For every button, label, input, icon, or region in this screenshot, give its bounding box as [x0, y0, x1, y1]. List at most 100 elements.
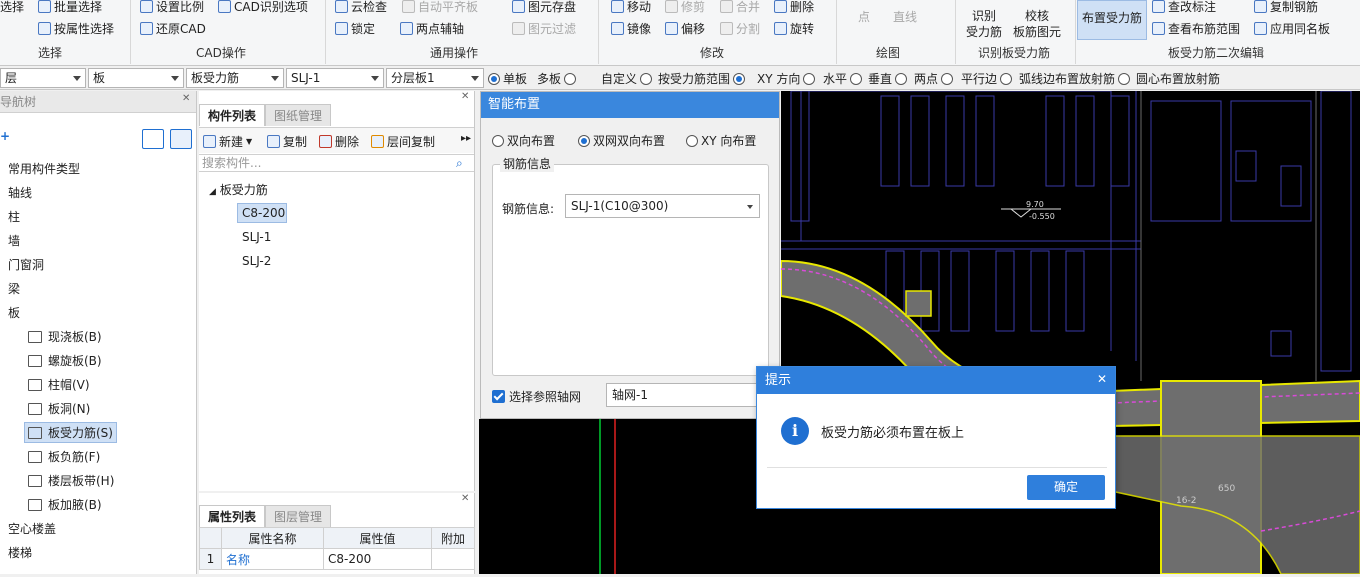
- radio-xy-direction[interactable]: XY 方向: [757, 70, 816, 87]
- nav-item[interactable]: 螺旋板(B): [28, 352, 102, 369]
- property-value[interactable]: C8-200: [323, 548, 432, 570]
- verify-rebar-button[interactable]: 校核 板筋图元: [1010, 8, 1064, 40]
- identify-rebar-button[interactable]: 识别 受力筋: [962, 8, 1006, 40]
- select-by-property-button[interactable]: 按属性选择: [38, 20, 114, 37]
- place-rebar-button[interactable]: 布置受力筋: [1077, 0, 1147, 40]
- add-icon[interactable]: +: [0, 129, 10, 143]
- tab-component-list[interactable]: 构件列表: [199, 104, 266, 126]
- filter-button[interactable]: 图元过滤: [512, 20, 576, 37]
- layer-copy-button[interactable]: 层间复制: [371, 133, 435, 150]
- nav-item[interactable]: 楼层板带(H): [28, 472, 114, 489]
- restore-cad-button[interactable]: 还原CAD: [140, 20, 206, 37]
- radio-two-point[interactable]: 两点: [914, 70, 954, 87]
- list-view-icon[interactable]: [142, 129, 164, 149]
- nav-item[interactable]: 柱帽(V): [28, 376, 90, 393]
- copy-rebar-button[interactable]: 复制钢筋: [1254, 0, 1318, 15]
- nav-item[interactable]: 板负筋(F): [28, 448, 100, 465]
- nav-item[interactable]: 梁: [8, 280, 20, 297]
- radio-custom[interactable]: 自定义: [601, 70, 653, 87]
- tab-property-list[interactable]: 属性列表: [199, 505, 266, 527]
- edit-annotation-button[interactable]: 查改标注: [1152, 0, 1216, 15]
- select-button[interactable]: 选择: [0, 0, 24, 15]
- nav-item[interactable]: 常用构件类型: [8, 160, 80, 177]
- copy-icon: [267, 135, 280, 148]
- delete-button[interactable]: 删除: [774, 0, 814, 15]
- nav-item[interactable]: 空心楼盖: [8, 520, 56, 537]
- point-button[interactable]: 点: [858, 8, 870, 25]
- table-row[interactable]: 1 名称 C8-200: [199, 548, 475, 570]
- batch-select-button[interactable]: 批量选择: [38, 0, 102, 15]
- radio-double-net-bidirectional[interactable]: 双网双向布置: [578, 132, 665, 149]
- cloud-check-button[interactable]: 云检查: [335, 0, 387, 15]
- nav-item[interactable]: 板: [8, 304, 20, 321]
- cad-drawing-lower: [599, 419, 616, 574]
- nav-item[interactable]: 楼梯: [8, 544, 32, 561]
- tree-item-slj-2[interactable]: SLJ-2: [242, 254, 271, 268]
- save-element-button[interactable]: 图元存盘: [512, 0, 576, 15]
- close-icon[interactable]: ✕: [182, 93, 190, 104]
- nav-item[interactable]: 轴线: [8, 184, 32, 201]
- tab-drawing-management[interactable]: 图纸管理: [265, 104, 332, 126]
- layer-combo[interactable]: 分层板1: [386, 68, 484, 88]
- tree-view-icon[interactable]: [170, 129, 192, 149]
- offset-button[interactable]: 偏移: [665, 20, 705, 37]
- radio-single-slab[interactable]: 单板: [488, 70, 527, 87]
- type-combo[interactable]: 板受力筋: [186, 68, 284, 88]
- tree-root[interactable]: ◢ 板受力筋: [209, 181, 268, 198]
- apply-same-button[interactable]: 应用同名板: [1254, 20, 1330, 37]
- tree-item-slj-1[interactable]: SLJ-1: [242, 230, 271, 244]
- more-icon[interactable]: ▸▸: [461, 133, 471, 144]
- nav-item[interactable]: 板洞(N): [28, 400, 90, 417]
- nav-item[interactable]: 板加腋(B): [28, 496, 102, 513]
- radio-horizontal[interactable]: 水平: [823, 70, 863, 87]
- cad-canvas-lower[interactable]: [479, 419, 781, 574]
- new-button[interactable]: 新建 ▼: [203, 133, 252, 150]
- search-icon[interactable]: ⌕: [456, 156, 463, 171]
- nav-item[interactable]: 门窗洞: [8, 256, 44, 273]
- radio-rebar-range[interactable]: 按受力筋范围: [658, 70, 746, 87]
- radio-vertical[interactable]: 垂直: [868, 70, 908, 87]
- line-button[interactable]: 直线: [893, 8, 917, 25]
- radio-xy-placement[interactable]: XY 向布置: [686, 132, 756, 149]
- rebar-info-select[interactable]: SLJ-1(C10@300): [565, 194, 760, 218]
- nav-item[interactable]: 墙: [8, 232, 20, 249]
- two-point-axis-button[interactable]: 两点辅轴: [400, 20, 464, 37]
- ok-button[interactable]: 确定: [1027, 475, 1105, 500]
- cad-options-button[interactable]: CAD识别选项: [218, 0, 308, 15]
- nav-item[interactable]: 柱: [8, 208, 20, 225]
- split-button[interactable]: 分割: [720, 20, 760, 37]
- rotate-button[interactable]: 旋转: [774, 20, 814, 37]
- close-icon[interactable]: ✕: [1097, 372, 1107, 386]
- radio-center-radial[interactable]: 圆心布置放射筋: [1136, 70, 1220, 87]
- radio-multi-slab[interactable]: 多板: [537, 70, 577, 87]
- radio-arc-radial[interactable]: 弧线边布置放射筋: [1019, 70, 1131, 87]
- view-range-button[interactable]: 查看布筋范围: [1152, 20, 1240, 37]
- floor-combo[interactable]: 层: [0, 68, 86, 88]
- axis-grid-select[interactable]: 轴网-1: [606, 383, 766, 407]
- copy-button[interactable]: 复制: [267, 133, 307, 150]
- reference-axis-checkbox[interactable]: 选择参照轴网: [492, 388, 581, 405]
- cad-options-icon: [218, 0, 231, 13]
- trim-button[interactable]: 修剪: [665, 0, 705, 15]
- chevron-down-icon: [471, 76, 479, 81]
- radio-parallel-edge[interactable]: 平行边: [961, 70, 1013, 87]
- auto-align-button[interactable]: 自动平齐板: [402, 0, 478, 15]
- search-input[interactable]: 搜索构件...: [199, 154, 474, 172]
- merge-button[interactable]: 合并: [720, 0, 760, 15]
- mirror-button[interactable]: 镜像: [611, 20, 651, 37]
- set-scale-button[interactable]: 设置比例: [140, 0, 204, 15]
- move-button[interactable]: 移动: [611, 0, 651, 15]
- nav-item[interactable]: 板受力筋(S): [24, 422, 117, 443]
- lock-button[interactable]: 锁定: [335, 20, 375, 37]
- tab-layer-management[interactable]: 图层管理: [265, 505, 332, 527]
- component-combo[interactable]: SLJ-1: [286, 68, 384, 88]
- nav-item[interactable]: 现浇板(B): [28, 328, 102, 345]
- close-icon[interactable]: ✕: [461, 493, 469, 504]
- tree-item-c8-200[interactable]: C8-200: [237, 203, 287, 223]
- radio-bidirectional[interactable]: 双向布置: [492, 132, 555, 149]
- category-combo[interactable]: 板: [88, 68, 184, 88]
- delete-component-button[interactable]: 删除: [319, 133, 359, 150]
- close-icon[interactable]: ✕: [461, 91, 469, 102]
- cad-label-b: 650: [1218, 484, 1235, 494]
- tip-dialog: 提示 ✕ i 板受力筋必须布置在板上 确定: [756, 366, 1116, 509]
